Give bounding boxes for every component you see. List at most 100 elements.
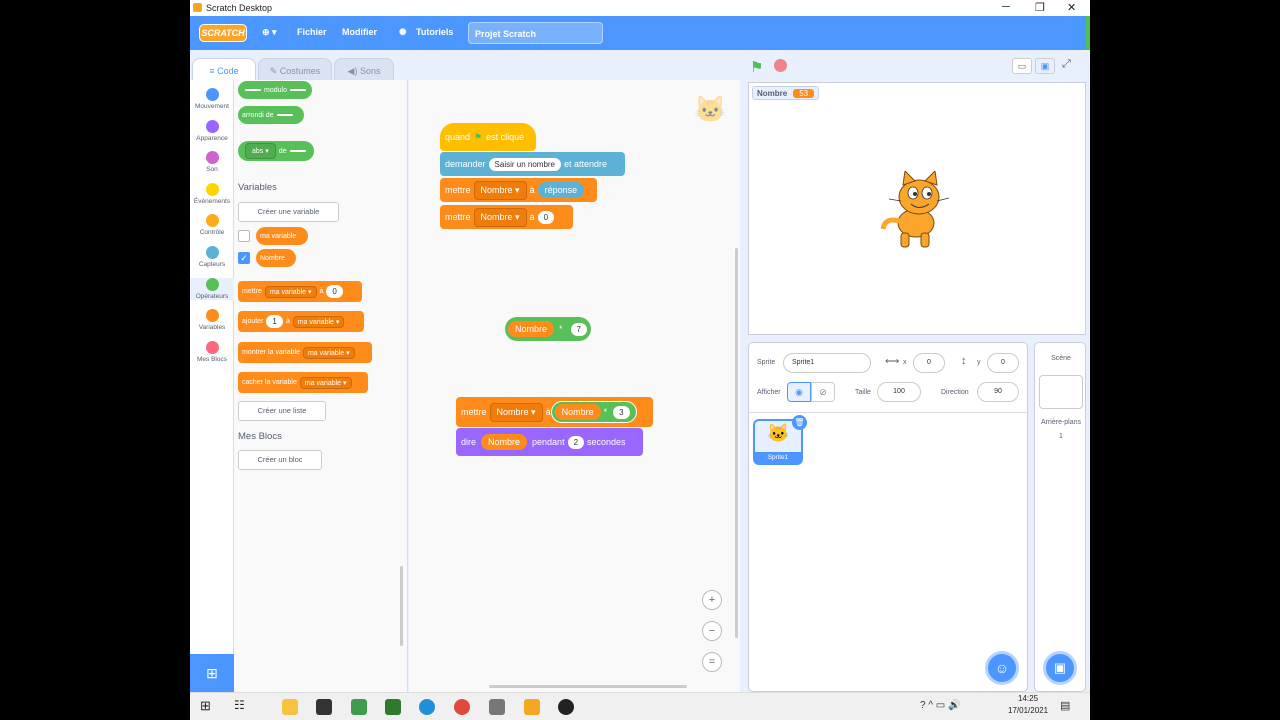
file-menu[interactable]: Fichier (297, 27, 327, 37)
block-round[interactable]: arrondi de (238, 106, 304, 124)
category-7[interactable]: Variables (190, 309, 234, 331)
block-multiply-inner[interactable]: Nombre * 3 (550, 401, 637, 423)
category-6[interactable]: Opérateurs (190, 277, 234, 300)
stage[interactable]: Nombre 53 (748, 82, 1086, 335)
value-slot[interactable]: 7 (570, 322, 587, 336)
block-modulo[interactable]: modulo (238, 81, 312, 99)
var1-checkbox[interactable] (238, 230, 250, 242)
notepad-icon[interactable] (489, 699, 505, 715)
block-hide-variable[interactable]: cacher la variable ma variable ▾ (238, 372, 368, 393)
add-extension-button[interactable]: ⊞ (190, 654, 234, 692)
scratch-taskbar-icon[interactable] (524, 699, 540, 715)
slot[interactable] (276, 114, 293, 116)
direction-input[interactable]: 90 (977, 382, 1019, 402)
task-view-icon[interactable]: ☷ (234, 698, 245, 712)
category-0[interactable]: Mouvement (190, 88, 234, 110)
tray-icons[interactable]: ? ^ ▭ 🔊 (920, 700, 961, 711)
block-set-nombre-zero[interactable]: mettre Nombre ▾ à 0 (440, 205, 573, 229)
var-dropdown[interactable]: ma variable ▾ (292, 315, 345, 328)
hide-eye-icon[interactable]: ⊘ (811, 382, 835, 402)
language-menu[interactable]: ⊕ ▾ (262, 27, 277, 38)
var-dropdown[interactable]: ma variable ▾ (299, 376, 352, 389)
show-eye-icon[interactable]: ◉ (787, 382, 811, 402)
slot[interactable] (289, 150, 306, 152)
reporter-nombre[interactable]: Nombre (256, 249, 296, 267)
notifications-icon[interactable]: ▤ (1060, 699, 1070, 712)
category-8[interactable]: Mes Blocs (190, 340, 234, 363)
size-input[interactable]: 100 (877, 382, 921, 402)
sprite-tile[interactable]: 🐱 Sprite1 🗑 (753, 415, 807, 465)
tab-code[interactable]: ≡ Code (192, 58, 256, 82)
project-title-input[interactable]: Projet Scratch (468, 22, 603, 44)
reporter-nombre[interactable]: Nombre (554, 404, 601, 420)
workspace-vscrollbar[interactable] (735, 248, 738, 638)
category-4[interactable]: Contrôle (190, 214, 234, 236)
ask-text-input[interactable]: Saisir un nombre (488, 157, 562, 171)
tab-sounds[interactable]: ◀) Sons (334, 58, 394, 82)
store-icon[interactable] (316, 699, 332, 715)
hat-block-when-flag-clicked[interactable]: quand ⚑ est cliqué (440, 123, 536, 151)
value-slot[interactable]: 0 (537, 210, 555, 224)
file-explorer-icon[interactable] (282, 699, 298, 715)
var-dropdown[interactable]: ma variable ▾ (264, 285, 317, 298)
create-block-button[interactable]: Créer un bloc (238, 450, 322, 470)
windows-start-icon[interactable]: ⊞ (200, 698, 211, 714)
var-dropdown[interactable]: ma variable ▾ (302, 346, 355, 359)
category-3[interactable]: Événements (190, 182, 234, 205)
reporter-answer[interactable]: réponse (537, 182, 585, 198)
var-dropdown[interactable]: Nombre ▾ (473, 207, 527, 227)
sprite-cat-icon[interactable] (879, 171, 953, 249)
checkbox-checked-icon[interactable]: ✓ (238, 252, 250, 264)
backdrop-thumbnail[interactable] (1039, 375, 1083, 409)
var-dropdown[interactable]: Nombre ▾ (489, 402, 543, 422)
block-set-nombre-multiply[interactable]: mettre Nombre ▾ à Nombre * 3 (456, 397, 653, 427)
scratch-logo[interactable]: SCRATCH (199, 24, 247, 42)
maximize-button[interactable]: ❐ (1035, 1, 1045, 14)
add-sprite-icon[interactable]: ☺ (985, 651, 1019, 685)
delete-sprite-icon[interactable]: 🗑 (792, 415, 807, 430)
edge-icon[interactable] (419, 699, 435, 715)
zoom-out-icon[interactable]: − (702, 621, 722, 641)
slot[interactable] (245, 89, 261, 91)
tutorials-menu[interactable]: Tutoriels (416, 27, 453, 37)
block-set-variable[interactable]: mettre ma variable ▾ à 0 (238, 281, 362, 302)
create-list-button[interactable]: Créer une liste (238, 401, 326, 421)
fullscreen-icon[interactable]: ⤢ (1062, 58, 1071, 71)
tab-costumes[interactable]: ✎ Costumes (258, 58, 332, 82)
block-abs[interactable]: abs ▾ de (238, 141, 314, 161)
workspace-hscrollbar[interactable] (489, 685, 687, 688)
close-button[interactable]: ✕ (1067, 1, 1076, 14)
value-slot[interactable]: 1 (266, 315, 283, 328)
add-backdrop-icon[interactable]: ▣ (1043, 651, 1077, 685)
small-stage-icon[interactable]: ▭ (1012, 58, 1032, 74)
reporter-ma-variable[interactable]: ma variable (256, 227, 308, 245)
block-show-variable[interactable]: montrer la variable ma variable ▾ (238, 342, 372, 363)
app-icon[interactable] (351, 699, 367, 715)
block-ask-and-wait[interactable]: demander Saisir un nombre et attendre (440, 152, 625, 176)
block-multiply[interactable]: Nombre * 7 (505, 317, 591, 341)
zoom-reset-icon[interactable]: = (702, 652, 722, 672)
slot[interactable] (289, 89, 306, 91)
category-5[interactable]: Capteurs (190, 246, 234, 268)
chrome-icon[interactable] (454, 699, 470, 715)
x-input[interactable]: 0 (913, 353, 945, 373)
reporter-nombre[interactable]: Nombre (481, 434, 528, 450)
value-slot[interactable]: 0 (326, 285, 343, 298)
var-dropdown[interactable]: Nombre ▾ (473, 180, 527, 200)
abs-dropdown[interactable]: abs ▾ (245, 143, 276, 159)
palette-scrollbar[interactable] (400, 566, 403, 646)
app2-icon[interactable] (385, 699, 401, 715)
edit-menu[interactable]: Modifier (342, 27, 377, 37)
app3-icon[interactable] (558, 699, 574, 715)
y-input[interactable]: 0 (987, 353, 1019, 373)
stop-icon[interactable] (774, 59, 787, 72)
minimize-button[interactable]: ─ (1002, 1, 1010, 13)
zoom-in-icon[interactable]: + (702, 590, 722, 610)
block-change-variable[interactable]: ajouter 1 à ma variable ▾ (238, 311, 364, 332)
block-set-nombre-answer[interactable]: mettre Nombre ▾ à réponse (440, 178, 597, 202)
green-flag-icon[interactable]: ⚑ (750, 58, 763, 76)
category-1[interactable]: Apparence (190, 119, 234, 142)
normal-stage-icon[interactable]: ▣ (1035, 58, 1055, 74)
reporter-nombre[interactable]: Nombre (508, 321, 555, 337)
block-say-for-secs[interactable]: dire Nombre pendant 2 secondes (456, 428, 643, 456)
